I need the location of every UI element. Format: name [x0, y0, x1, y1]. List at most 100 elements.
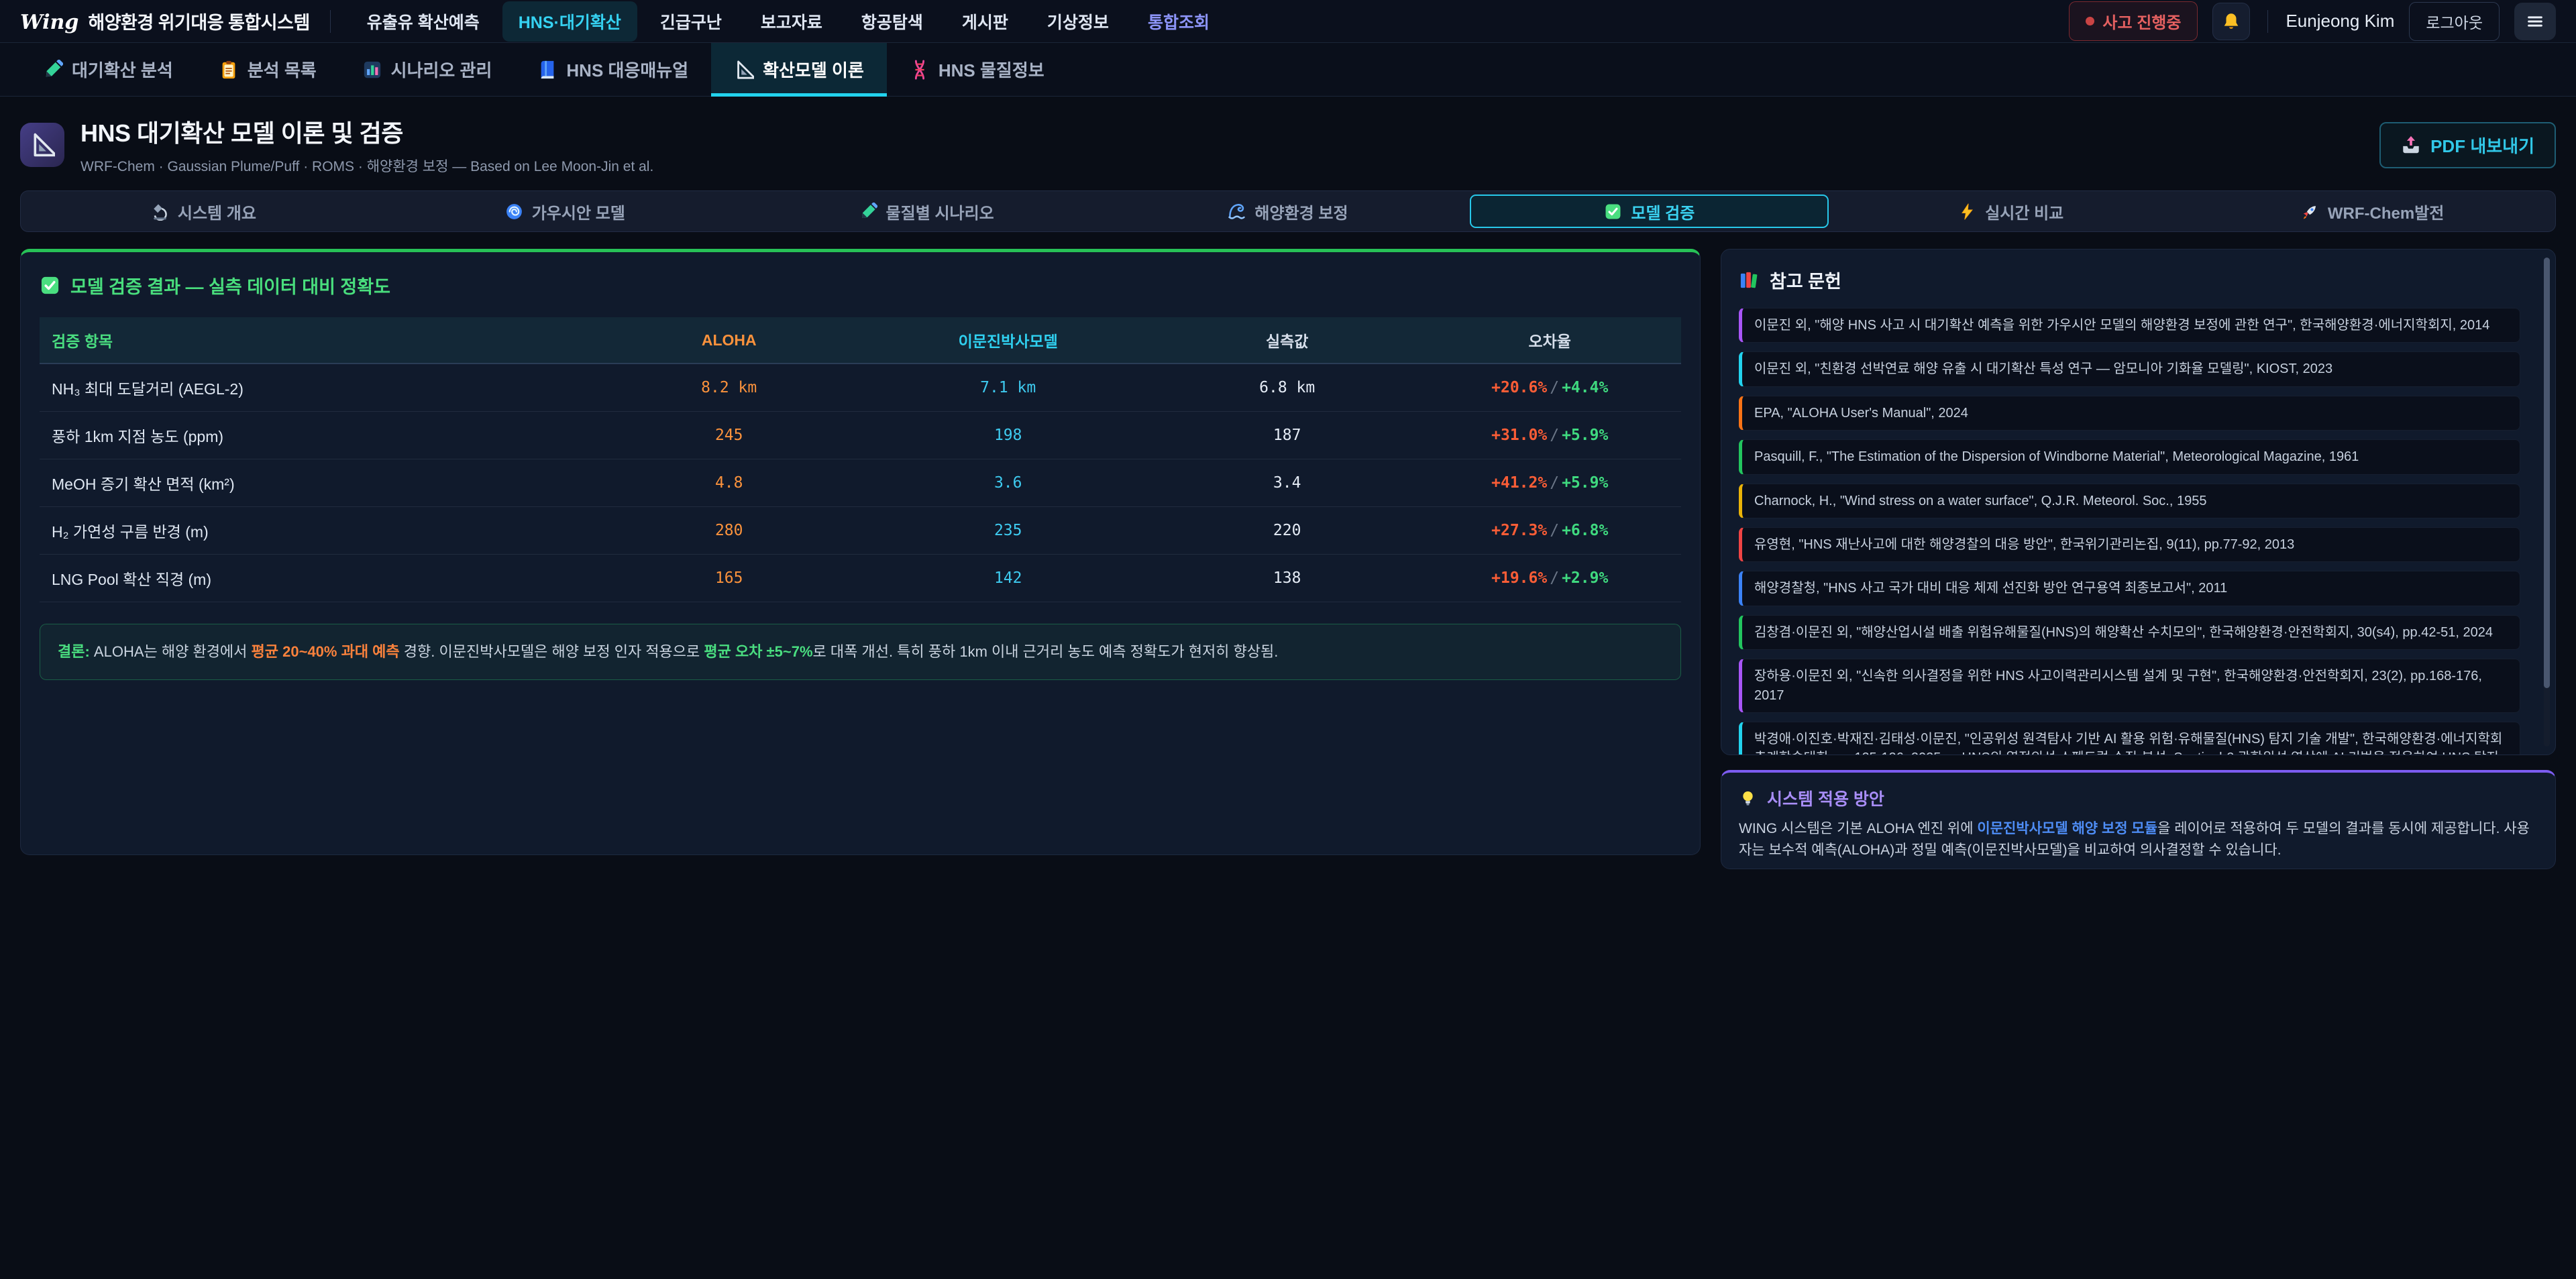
menu-item-항공탐색[interactable]: 항공탐색 — [845, 1, 939, 42]
section-tab-해양환경-보정[interactable]: 해양환경 보정 — [1109, 194, 1468, 228]
cell-error-rate: +19.6%/+2.9% — [1418, 555, 1681, 602]
validation-table-header: 검증 항목ALOHA이문진박사모델실측값오차율 — [40, 317, 1681, 364]
application-text-part: WING 시스템은 기본 ALOHA 엔진 위에 — [1739, 821, 1977, 836]
module-tab-분석-목록[interactable]: 분석 목록 — [196, 43, 339, 96]
cell-error-rate: +31.0%/+5.9% — [1418, 412, 1681, 459]
module-tab-label: HNS 물질정보 — [938, 57, 1044, 82]
section-tab-실시간-비교[interactable]: 실시간 비교 — [1831, 194, 2190, 228]
menu-item-HNS-대기확산[interactable]: HNS·대기확산 — [502, 1, 637, 42]
module-tab-HNS-물질정보[interactable]: HNS 물질정보 — [887, 43, 1067, 96]
table-row: MeOH 증기 확산 면적 (km²)4.83.63.4+41.2%/+5.9% — [40, 459, 1681, 507]
conclusion-highlight-orange: 평균 20~40% 과대 예측 — [252, 643, 400, 660]
section-tab-label: 모델 검증 — [1631, 200, 1695, 223]
top-right-controls: 사고 진행중 Eunjeong Kim 로그아웃 — [2069, 1, 2556, 41]
section-tab-label: 해양환경 보정 — [1254, 200, 1348, 223]
cell-measured-value: 220 — [1156, 507, 1419, 555]
application-text: WING 시스템은 기본 ALOHA 엔진 위에 이문진박사모델 해양 보정 모… — [1739, 818, 2538, 860]
module-tab-시나리오-관리[interactable]: 시나리오 관리 — [339, 43, 515, 96]
column-header-model: 이문진박사모델 — [860, 317, 1155, 364]
validation-table: 검증 항목ALOHA이문진박사모델실측값오차율 NH₃ 최대 도달거리 (AEG… — [40, 317, 1681, 602]
module-tab-label: 분석 목록 — [248, 57, 317, 82]
reference-item-9: 장하용·이문진 외, "신속한 의사결정을 위한 HNS 사고이력관리시스템 설… — [1739, 659, 2520, 713]
section-tab-label: 물질별 시나리오 — [886, 200, 994, 223]
setsquare-icon — [734, 60, 754, 80]
menu-item-긴급구난[interactable]: 긴급구난 — [644, 1, 738, 42]
section-tab-WRF-Chem발전[interactable]: WRF-Chem발전 — [2193, 194, 2552, 228]
module-tab-HNS-대응매뉴얼[interactable]: HNS 대응매뉴얼 — [515, 43, 711, 96]
cell-measured-value: 187 — [1156, 412, 1419, 459]
table-row: LNG Pool 확산 직경 (m)165142138+19.6%/+2.9% — [40, 555, 1681, 602]
column-header-measured: 실측값 — [1156, 317, 1419, 364]
system-application-card: 시스템 적용 방안 WING 시스템은 기본 ALOHA 엔진 위에 이문진박사… — [1721, 770, 2556, 869]
error-model: +5.9% — [1562, 474, 1608, 492]
conclusion-label: 결론: — [58, 643, 90, 660]
error-aloha: +19.6% — [1491, 569, 1547, 587]
pdf-export-button[interactable]: PDF 내보내기 — [2379, 122, 2556, 168]
menu-item-게시판[interactable]: 게시판 — [946, 1, 1024, 42]
book-icon — [537, 60, 557, 80]
pen-icon — [43, 60, 63, 80]
reference-item-8: 김창겸·이문진 외, "해양산업시설 배출 위험유해물질(HNS)의 해양확산 … — [1739, 615, 2520, 650]
menu-item-보고자료[interactable]: 보고자료 — [745, 1, 839, 42]
error-aloha: +20.6% — [1491, 379, 1547, 396]
hamburger-menu-button[interactable] — [2514, 3, 2556, 40]
logo-wordmark: Wing — [20, 11, 78, 34]
wave-icon — [1228, 203, 1246, 221]
model-validation-card: 모델 검증 결과 — 실측 데이터 대비 정확도 검증 항목ALOHA이문진박사… — [20, 249, 1701, 855]
books-icon — [1739, 270, 1760, 290]
error-model: +2.9% — [1562, 569, 1608, 587]
divider — [2267, 10, 2268, 33]
table-row: 풍하 1km 지점 농도 (ppm)245198187+31.0%/+5.9% — [40, 412, 1681, 459]
error-aloha: +31.0% — [1491, 427, 1547, 444]
bolt-icon — [1958, 203, 1976, 221]
error-separator: / — [1547, 379, 1562, 396]
logout-button[interactable]: 로그아웃 — [2409, 2, 2500, 41]
export-icon — [2401, 135, 2421, 155]
module-tab-label: 대기확산 분석 — [72, 57, 173, 82]
cyclone-icon — [505, 203, 523, 221]
references-scrollbar[interactable] — [2544, 258, 2550, 746]
scrollbar-thumb[interactable] — [2544, 258, 2550, 688]
module-tab-확산모델-이론[interactable]: 확산모델 이론 — [711, 43, 887, 96]
module-tab-label: 확산모델 이론 — [763, 57, 864, 82]
menu-item-통합조회[interactable]: 통합조회 — [1132, 1, 1226, 42]
section-tab-가우시안-모델[interactable]: 가우시안 모델 — [386, 194, 745, 228]
validation-card-title: 모델 검증 결과 — 실측 데이터 대비 정확도 — [40, 272, 1681, 298]
notifications-button[interactable] — [2212, 3, 2250, 40]
page-subtitle: WRF-Chem · Gaussian Plume/Puff · ROMS · … — [80, 156, 653, 176]
conclusion-text: 로 대폭 개선. 특히 풍하 1km 이내 근거리 농도 예측 정확도가 현저히… — [813, 643, 1279, 660]
section-tabs: 시스템 개요가우시안 모델 물질별 시나리오 해양환경 보정 모델 검증 실시간 비교W… — [20, 190, 2556, 232]
incident-status-badge: 사고 진행중 — [2069, 1, 2198, 41]
divider — [330, 10, 331, 33]
cell-error-rate: +20.6%/+4.4% — [1418, 364, 1681, 412]
error-separator: / — [1547, 474, 1562, 492]
module-tabs: 대기확산 분석 분석 목록 시나리오 관리 HNS 대응매뉴얼 확산모델 이론 HNS 물… — [0, 43, 2576, 97]
rocket-icon — [2301, 203, 2319, 221]
cell-aloha-value: 280 — [598, 507, 861, 555]
top-navigation-bar: Wing 해양환경 위기대응 통합시스템 유출유 확산예측HNS·대기확산긴급구… — [0, 0, 2576, 43]
cell-model-value: 3.6 — [860, 459, 1155, 507]
cell-aloha-value: 4.8 — [598, 459, 861, 507]
section-tab-모델-검증[interactable]: 모델 검증 — [1470, 194, 1829, 228]
module-tab-대기확산-분석[interactable]: 대기확산 분석 — [20, 43, 196, 96]
section-tab-시스템-개요[interactable]: 시스템 개요 — [24, 194, 383, 228]
check-icon — [40, 275, 60, 296]
conclusion-highlight-green: 평균 오차 ±5~7% — [704, 643, 812, 660]
menu-item-기상정보[interactable]: 기상정보 — [1031, 1, 1125, 42]
column-header-error: 오차율 — [1418, 317, 1681, 364]
cell-model-value: 235 — [860, 507, 1155, 555]
section-tab-물질별-시나리오[interactable]: 물질별 시나리오 — [747, 194, 1106, 228]
cell-item: MeOH 증기 확산 면적 (km²) — [40, 459, 598, 507]
check-icon — [1604, 203, 1622, 221]
cell-model-value: 7.1 km — [860, 364, 1155, 412]
user-name: Eunjeong Kim — [2286, 11, 2394, 32]
microscope-icon — [151, 203, 169, 221]
bulb-icon — [1739, 789, 1757, 808]
module-tab-label: 시나리오 관리 — [391, 57, 492, 82]
reference-item-6: 유영현, "HNS 재난사고에 대한 해양경찰의 대응 방안", 한국위기관리논… — [1739, 527, 2520, 562]
menu-item-유출유-확산예측[interactable]: 유출유 확산예측 — [351, 1, 496, 42]
error-separator: / — [1547, 522, 1562, 539]
main-menu: 유출유 확산예측HNS·대기확산긴급구난보고자료항공탐색게시판기상정보통합조회 — [351, 1, 1226, 42]
app-title: 해양환경 위기대응 통합시스템 — [88, 8, 309, 34]
cell-aloha-value: 165 — [598, 555, 861, 602]
